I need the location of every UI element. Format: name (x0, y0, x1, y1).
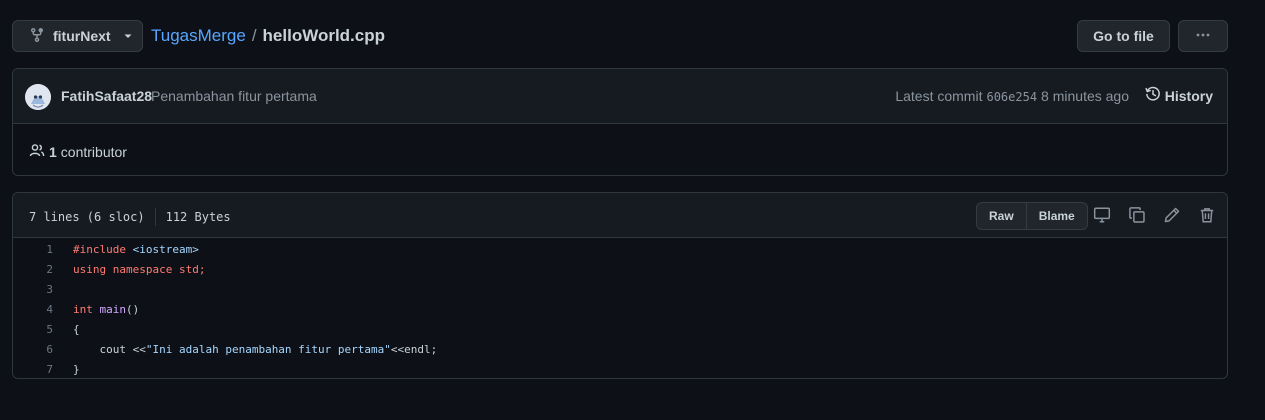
history-link[interactable]: History (1145, 86, 1213, 105)
file-size: 112 Bytes (165, 210, 231, 224)
avatar[interactable] (25, 84, 51, 110)
contributor-count: 1 (49, 143, 57, 160)
raw-blame-button-group: Raw Blame (976, 202, 1088, 230)
commit-time: 8 minutes ago (1041, 88, 1129, 104)
code-line: 6 cout <<"Ini adalah penambahan fitur pe… (13, 339, 1227, 359)
file-navigation-bar: fiturNext TugasMerge / helloWorld.cpp Go… (12, 20, 1228, 52)
contributor-label: contributor (60, 143, 127, 160)
branch-name: fiturNext (53, 28, 111, 44)
line-number[interactable]: 1 (13, 243, 53, 256)
code-line: 1 #include <iostream> (13, 239, 1227, 259)
code-text: using namespace std; (73, 262, 206, 276)
code-text: { (73, 322, 80, 336)
more-options-button[interactable] (1178, 20, 1228, 52)
code-line: 3 (13, 279, 1227, 299)
line-number[interactable]: 5 (13, 323, 53, 336)
copy-icon[interactable] (1128, 206, 1146, 227)
code-view: 1 #include <iostream> 2 using namespace … (13, 239, 1227, 379)
kebab-horizontal-icon (1195, 27, 1211, 46)
code-line: 7 } (13, 359, 1227, 379)
desktop-icon[interactable] (1093, 206, 1111, 227)
code-line: 4 int main() (13, 299, 1227, 319)
contributors-link[interactable]: 1 contributor (29, 142, 127, 161)
pencil-icon[interactable] (1163, 206, 1181, 227)
line-number[interactable]: 3 (13, 283, 53, 296)
breadcrumb-file-name: helloWorld.cpp (262, 26, 386, 45)
breadcrumb: TugasMerge / helloWorld.cpp (151, 20, 385, 52)
raw-button[interactable]: Raw (977, 203, 1026, 229)
code-text: cout <<"Ini adalah penambahan fitur pert… (73, 342, 438, 356)
code-text: } (73, 362, 80, 376)
commit-author-link[interactable]: FatihSafaat28 (61, 88, 152, 104)
history-clock-icon (1145, 86, 1161, 105)
line-number[interactable]: 4 (13, 303, 53, 316)
code-line: 5 { (13, 319, 1227, 339)
line-number[interactable]: 7 (13, 363, 53, 376)
people-icon (29, 142, 45, 161)
breadcrumb-separator: / (251, 26, 257, 45)
commit-sha-link[interactable]: 606e254 (986, 90, 1037, 104)
code-text: #include <iostream> (73, 242, 199, 256)
trash-icon[interactable] (1198, 206, 1216, 227)
chevron-down-icon (123, 28, 133, 44)
file-info: 7 lines (6 sloc) 112 Bytes (29, 208, 231, 226)
go-to-file-button[interactable]: Go to file (1077, 20, 1170, 52)
git-branch-icon (29, 27, 45, 46)
history-label: History (1164, 87, 1213, 104)
latest-commit-box: FatihSafaat28 Penambahan fitur pertama L… (12, 68, 1228, 176)
file-viewer: 7 lines (6 sloc) 112 Bytes Raw Blame 1 #… (12, 192, 1228, 379)
code-text: int main() (73, 302, 140, 316)
breadcrumb-repo-link[interactable]: TugasMerge (151, 26, 246, 46)
file-info-divider (154, 208, 156, 226)
file-header: 7 lines (6 sloc) 112 Bytes Raw Blame (13, 193, 1227, 238)
file-line-count: 7 lines (6 sloc) (29, 210, 145, 224)
code-line: 2 using namespace std; (13, 259, 1227, 279)
line-number[interactable]: 6 (13, 343, 53, 356)
commit-meta: Latest commit 606e254 8 minutes ago (895, 88, 1129, 104)
line-number[interactable]: 2 (13, 263, 53, 276)
branch-select-button[interactable]: fiturNext (12, 20, 143, 52)
commit-row: FatihSafaat28 Penambahan fitur pertama L… (13, 69, 1227, 124)
commit-message-link[interactable]: Penambahan fitur pertama (151, 88, 317, 104)
latest-commit-label: Latest commit (895, 88, 983, 104)
blame-button[interactable]: Blame (1025, 203, 1087, 229)
